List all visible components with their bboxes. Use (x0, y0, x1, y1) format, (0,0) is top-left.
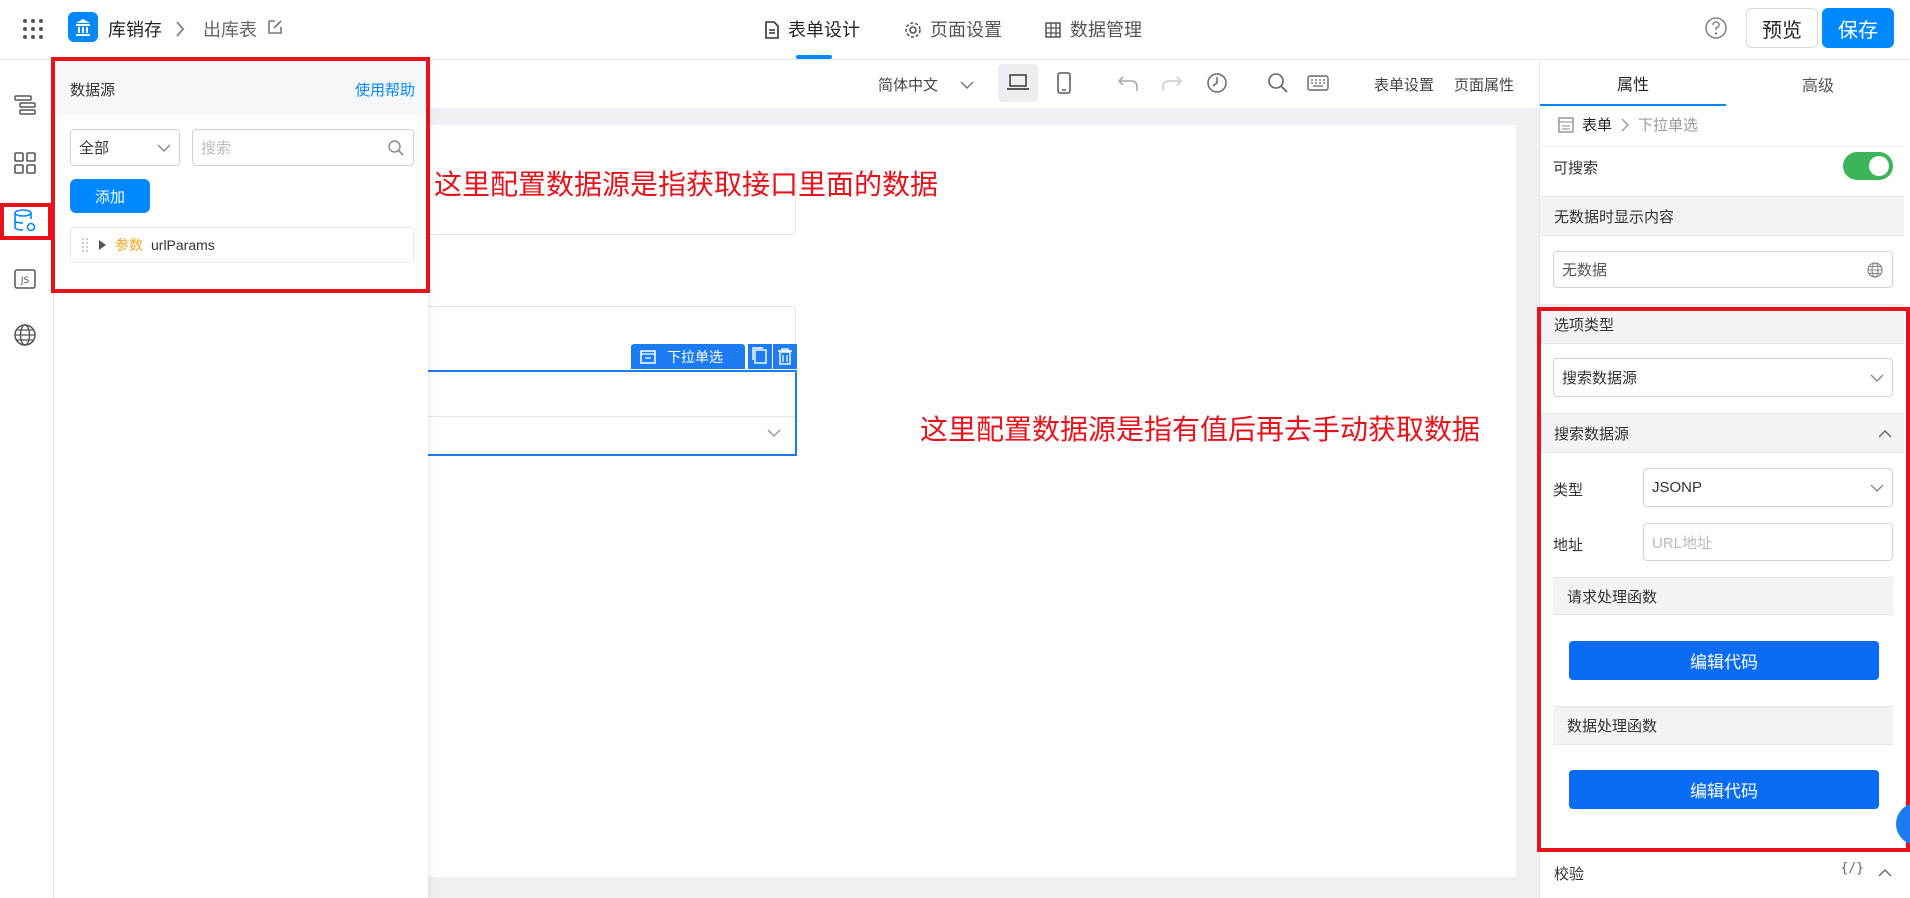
keyboard-icon[interactable] (1307, 74, 1329, 92)
copy-icon (752, 347, 767, 364)
globe-icon[interactable] (1866, 261, 1884, 279)
form-icon (1558, 116, 1574, 133)
no-data-section: 无数据时显示内容 (1540, 196, 1904, 236)
validation-label: 校验 (1554, 865, 1585, 883)
mobile-icon (1057, 72, 1071, 94)
undo-icon[interactable] (1117, 73, 1139, 93)
preview-button[interactable]: 预览 (1746, 8, 1818, 48)
form-canvas (428, 125, 1516, 877)
tab-properties[interactable]: 属性 (1540, 61, 1726, 106)
tab-page-settings[interactable]: 页面设置 (904, 0, 1002, 60)
breadcrumb-divider (1540, 146, 1904, 147)
form-settings-link[interactable]: 表单设置 (1374, 74, 1434, 95)
laptop-icon (1007, 74, 1029, 90)
edit-icon[interactable] (266, 18, 284, 36)
gear-icon (905, 22, 921, 38)
globe-icon[interactable] (12, 322, 38, 348)
active-tab-indicator (796, 55, 832, 59)
rail-highlight-box (0, 203, 52, 240)
selected-component-tag[interactable]: 下拉单选 (631, 344, 745, 369)
annotation-left: 这里配置数据源是指获取接口里面的数据 (434, 168, 939, 201)
breadcrumb-current: 下拉单选 (1638, 117, 1699, 134)
tab-label: 页面设置 (930, 20, 1002, 40)
chevron-down-icon (960, 80, 974, 89)
dropdown-component-icon (640, 349, 656, 364)
components-grid-icon[interactable] (12, 150, 38, 176)
annotation-right: 这里配置数据源是指有值后再去手动获取数据 (920, 413, 1481, 446)
select-chevron-icon (766, 427, 782, 439)
tab-advanced[interactable]: 高级 (1726, 61, 1910, 106)
outline-tree-icon[interactable] (12, 92, 38, 118)
language-select[interactable]: 简体中文 (878, 74, 974, 95)
toggle-knob (1869, 156, 1889, 176)
breadcrumb: 表单 下拉单选 (1558, 114, 1698, 135)
trash-icon (778, 348, 792, 365)
selected-component-label: 下拉单选 (667, 348, 723, 365)
tab-label: 表单设计 (788, 20, 860, 40)
page-name[interactable]: 出库表 (203, 16, 257, 42)
no-data-input[interactable]: 无数据 (1553, 251, 1893, 288)
delete-component-button[interactable] (773, 344, 797, 369)
chevron-right-icon (174, 19, 186, 39)
app-logo-icon[interactable] (68, 12, 98, 42)
help-icon[interactable] (1704, 16, 1728, 40)
document-icon (765, 21, 779, 39)
no-data-value: 无数据 (1562, 262, 1608, 279)
apps-grid-icon[interactable] (22, 18, 44, 40)
property-highlight-box (1537, 307, 1910, 852)
code-icon[interactable]: {/} (1841, 861, 1864, 876)
app-name[interactable]: 库销存 (108, 16, 162, 42)
language-label: 简体中文 (878, 77, 939, 94)
js-code-icon[interactable]: JS (12, 266, 38, 292)
selected-field[interactable] (420, 370, 797, 456)
search-icon[interactable] (1267, 72, 1289, 94)
tab-label: 数据管理 (1070, 20, 1142, 40)
mobile-view-button[interactable] (1056, 72, 1072, 94)
select-divider (422, 416, 795, 417)
page-properties-link[interactable]: 页面属性 (1454, 74, 1514, 95)
desktop-view-button[interactable] (998, 64, 1038, 102)
history-icon[interactable] (1206, 72, 1228, 94)
table-icon (1045, 22, 1061, 38)
breadcrumb-root[interactable]: 表单 (1582, 114, 1612, 135)
form-field-group[interactable] (420, 306, 796, 346)
copy-component-button[interactable] (748, 344, 772, 369)
svg-text:JS: JS (20, 276, 30, 286)
save-button[interactable]: 保存 (1822, 8, 1894, 48)
data-source-highlight-box (51, 57, 430, 293)
chevron-up-icon (1878, 869, 1892, 877)
searchable-toggle[interactable] (1843, 152, 1893, 180)
tab-form-design[interactable]: 表单设计 (764, 0, 860, 60)
left-rail (0, 61, 54, 898)
searchable-label: 可搜索 (1553, 160, 1599, 177)
redo-icon[interactable] (1161, 73, 1183, 93)
canvas-toolbar (428, 61, 1538, 108)
chevron-right-icon (1621, 118, 1630, 131)
tab-data-management[interactable]: 数据管理 (1044, 0, 1142, 60)
validation-section[interactable]: 校验 {/} (1540, 854, 1904, 892)
